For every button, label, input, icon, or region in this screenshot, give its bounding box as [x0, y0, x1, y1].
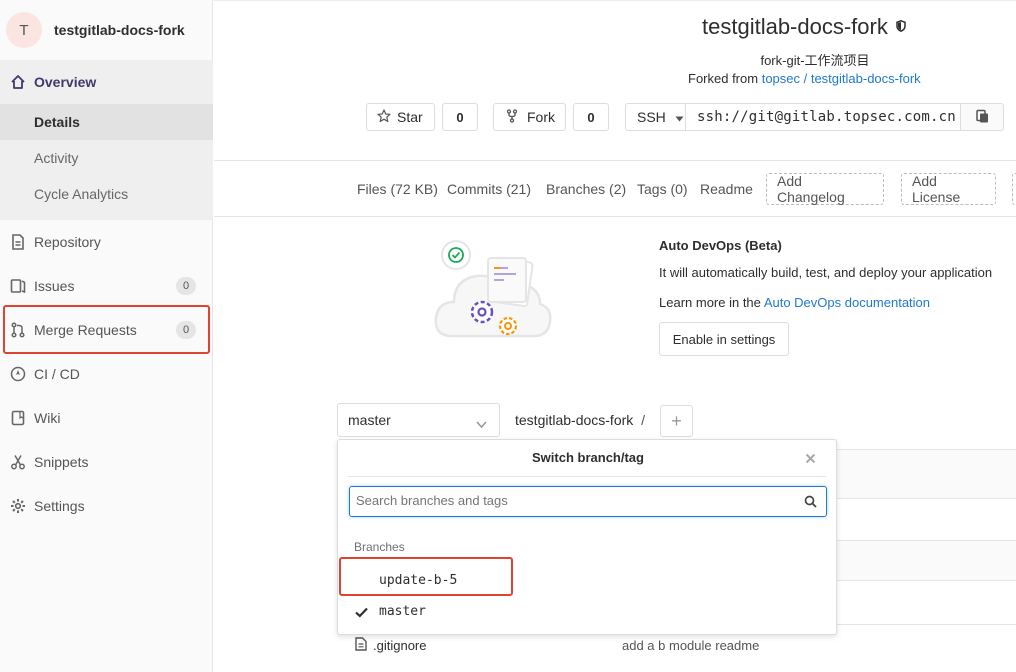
stat-branches[interactable]: Branches (2): [546, 181, 626, 197]
stat-commits[interactable]: Commits (21): [447, 181, 531, 197]
repo-path: testgitlab-docs-fork /: [515, 412, 645, 428]
copy-url-button[interactable]: [960, 103, 1004, 131]
protocol-select[interactable]: SSH: [625, 103, 686, 131]
star-count[interactable]: 0: [442, 103, 478, 131]
dropdown-divider: [348, 476, 826, 477]
add-file-button[interactable]: +: [660, 405, 693, 437]
star-icon: [377, 108, 391, 126]
sidebar-item-cicd[interactable]: CI / CD: [0, 352, 213, 396]
dropdown-section-branches: Branches: [354, 540, 405, 554]
add-more-button-partial[interactable]: [1012, 173, 1016, 205]
devops-title: Auto DevOps (Beta): [659, 238, 782, 253]
book-icon: [9, 409, 27, 427]
devops-learn-more: Learn more in the Auto DevOps documentat…: [659, 295, 930, 310]
top-divider: [214, 0, 1016, 1]
sidebar-item-label: Overview: [34, 74, 97, 90]
fork-count[interactable]: 0: [573, 103, 609, 131]
issues-count-badge: 0: [176, 277, 196, 295]
file-name[interactable]: .gitignore: [373, 638, 426, 653]
repo-path-separator: /: [641, 412, 646, 428]
gear-icon: [9, 497, 27, 515]
sidebar-item-repository[interactable]: Repository: [0, 220, 213, 264]
checkmark-icon: [355, 605, 368, 621]
scissors-icon: [9, 453, 27, 471]
branch-select-value: master: [348, 412, 391, 428]
search-icon: [804, 495, 817, 511]
sidebar-subitem-cycle-analytics[interactable]: Cycle Analytics: [0, 176, 213, 212]
close-icon[interactable]: [805, 451, 816, 467]
dropdown-title: Switch branch/tag: [532, 450, 644, 465]
stat-tags[interactable]: Tags (0): [637, 181, 688, 197]
forked-from-label: Forked from: [688, 71, 759, 86]
fork-button[interactable]: Fork: [493, 103, 566, 131]
sidebar-item-label: Issues: [34, 278, 75, 294]
sidebar-item-label: Snippets: [34, 454, 89, 470]
issues-icon: [9, 277, 27, 295]
branch-option-master[interactable]: master: [379, 604, 426, 619]
branch-option-highlight: [339, 557, 513, 596]
clone-url-input[interactable]: ssh://git@gitlab.topsec.com.cn: [685, 103, 961, 131]
forked-from: Forked from topsec / testgitlab-docs-for…: [688, 71, 921, 86]
protocol-label: SSH: [637, 109, 666, 125]
branch-dropdown: Switch branch/tag Branches update-b-5 ma…: [337, 439, 837, 635]
project-avatar[interactable]: T: [6, 12, 42, 48]
sidebar-item-settings[interactable]: Settings: [0, 484, 213, 528]
caret-down-icon: [675, 109, 684, 125]
file-commit-message[interactable]: add a b module readme: [622, 638, 759, 653]
forked-from-link[interactable]: topsec / testgitlab-docs-fork: [762, 71, 921, 86]
stats-divider: [214, 216, 1016, 217]
sidebar-item-label: Settings: [34, 498, 85, 514]
sidebar-item-label: Wiki: [34, 410, 61, 426]
devops-illustration: [430, 232, 555, 350]
branch-select[interactable]: master: [337, 403, 500, 437]
project-description: fork-git-工作流项目: [760, 53, 870, 68]
header-divider: [214, 160, 1016, 161]
fork-label: Fork: [527, 109, 555, 125]
repo-path-name[interactable]: testgitlab-docs-fork: [515, 412, 633, 428]
devops-learn-prefix: Learn more in the: [659, 295, 761, 310]
document-icon: [9, 233, 27, 251]
sidebar-project-name[interactable]: testgitlab-docs-fork: [54, 22, 185, 38]
star-label: Star: [397, 109, 423, 125]
sidebar: T testgitlab-docs-fork Overview Details …: [0, 0, 213, 672]
project-title: testgitlab-docs-fork: [702, 14, 888, 39]
clipboard-icon: [975, 109, 989, 126]
sidebar-subitem-details[interactable]: Details: [0, 104, 213, 140]
visibility-shield-icon: [896, 19, 906, 35]
sidebar-subitem-activity[interactable]: Activity: [0, 140, 213, 176]
sidebar-overview-submenu: Details Activity Cycle Analytics: [0, 104, 213, 220]
sidebar-item-label: Repository: [34, 234, 101, 250]
merge-requests-highlight: [3, 305, 210, 354]
sidebar-project-header[interactable]: T testgitlab-docs-fork: [0, 0, 213, 60]
add-license-button[interactable]: Add License: [901, 173, 996, 205]
sidebar-item-label: CI / CD: [34, 366, 80, 382]
devops-docs-link[interactable]: Auto DevOps documentation: [764, 295, 930, 310]
rocket-icon: [9, 365, 27, 383]
fork-icon: [506, 108, 518, 126]
stat-files[interactable]: Files (72 KB): [357, 181, 438, 197]
enable-in-settings-button[interactable]: Enable in settings: [659, 322, 789, 356]
sidebar-item-snippets[interactable]: Snippets: [0, 440, 213, 484]
branch-search-field[interactable]: [356, 493, 796, 508]
file-icon: [355, 637, 367, 654]
sidebar-item-issues[interactable]: Issues 0: [0, 264, 213, 308]
home-icon: [9, 73, 27, 91]
branch-search-input[interactable]: [349, 486, 827, 517]
add-changelog-button[interactable]: Add Changelog: [766, 173, 884, 205]
stat-readme[interactable]: Readme: [700, 181, 753, 197]
star-button[interactable]: Star: [366, 103, 435, 131]
sidebar-item-wiki[interactable]: Wiki: [0, 396, 213, 440]
file-row[interactable]: .gitignore: [355, 637, 426, 654]
devops-description: It will automatically build, test, and d…: [659, 265, 993, 280]
sidebar-item-overview[interactable]: Overview: [0, 60, 213, 104]
chevron-down-icon: [476, 416, 487, 432]
project-title-row: testgitlab-docs-fork: [702, 14, 906, 40]
